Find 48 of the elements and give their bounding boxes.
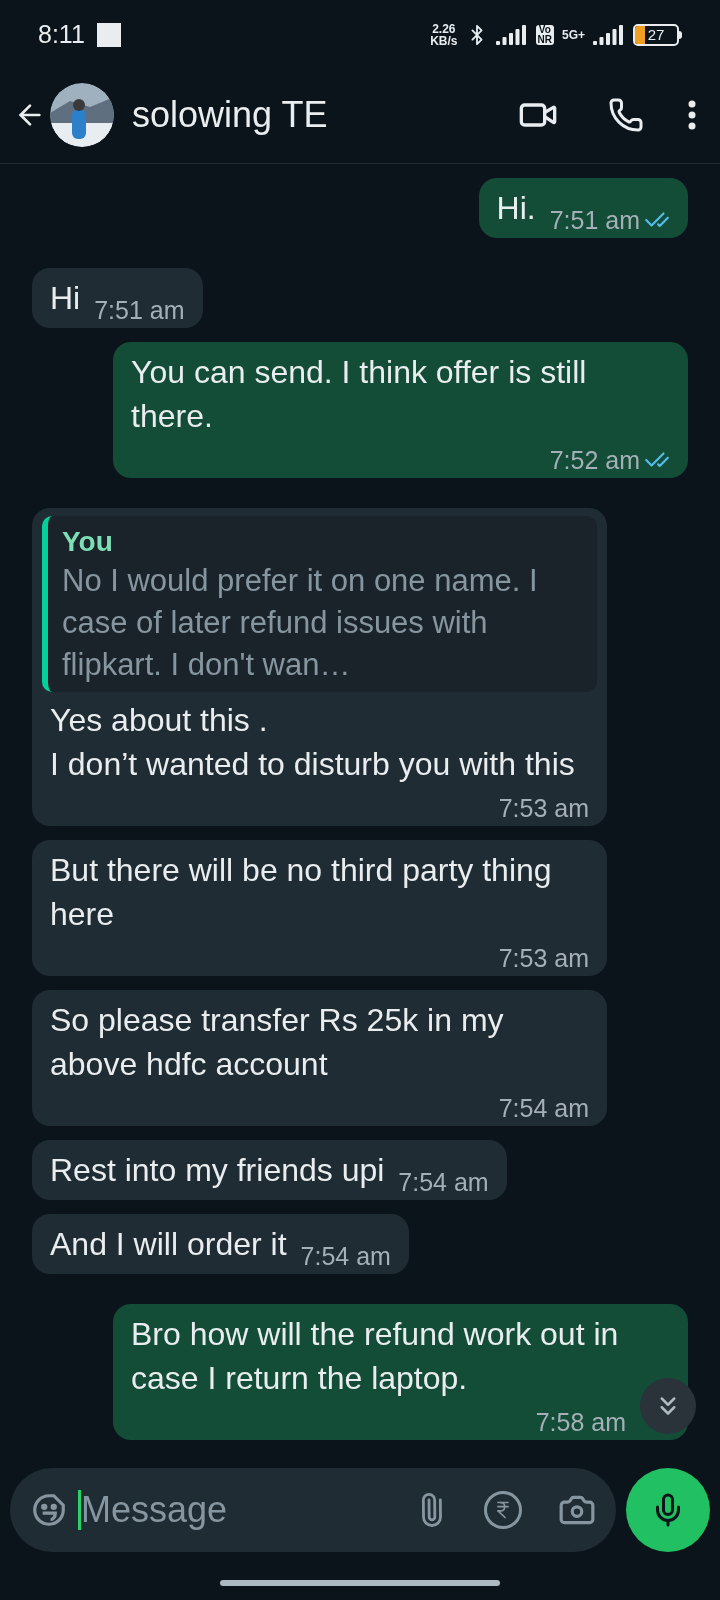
message-text: And I will order it bbox=[50, 1225, 287, 1264]
menu-icon bbox=[688, 99, 696, 130]
message-text: So please transfer Rs 25k in my above hdfc account bbox=[50, 1001, 505, 1084]
payment-icon[interactable] bbox=[484, 1491, 522, 1529]
message-time: 7:54 am bbox=[300, 1241, 391, 1272]
message-time: 7:51 am bbox=[549, 205, 640, 236]
message-time: 7:53 am bbox=[498, 793, 589, 824]
message-text: But there will be no third party thing here bbox=[50, 851, 553, 934]
received-message-bubble[interactable]: So please transfer Rs 25k in my above hdfc account 7:54 am bbox=[32, 990, 607, 1126]
signal-icon bbox=[593, 25, 625, 45]
quote-text: No I would prefer it on one name. I case of later refund issues with flipkart. I don't wan… bbox=[62, 562, 539, 684]
message-text: Hi. bbox=[496, 189, 536, 228]
message-time: 7:52 am bbox=[549, 445, 640, 476]
menu-button[interactable] bbox=[688, 99, 696, 130]
signal-icon bbox=[495, 25, 528, 45]
message-text: Bro how will the refund work out in case I return the laptop. bbox=[131, 1315, 620, 1398]
message-placeholder: Message bbox=[81, 1488, 229, 1532]
received-message-bubble[interactable]: Hi 7:51 am bbox=[32, 268, 203, 328]
quoted-message[interactable]: You No I would prefer it on one name. I case of later refund issues with flipkart. I don't wan… bbox=[42, 516, 597, 692]
message-time: 7:58 am bbox=[535, 1407, 626, 1438]
quote-author: You bbox=[62, 525, 114, 559]
message-text: You can send. I think offer is still there. bbox=[131, 353, 588, 436]
message-time: 7:53 am bbox=[498, 943, 589, 974]
notification-icon bbox=[96, 23, 121, 47]
received-message-bubble[interactable]: Rest into my friends upi 7:54 am bbox=[32, 1140, 507, 1200]
sent-message-bubble[interactable]: Bro how will the refund work out in case I return the laptop. 7:58 am bbox=[113, 1304, 688, 1440]
voice-call-button[interactable] bbox=[608, 96, 644, 133]
network-speed-unit: KB/s bbox=[430, 35, 458, 47]
received-message-bubble[interactable]: You No I would prefer it on one name. I case of later refund issues with flipkart. I don't wan… Yes about this . I don’t wanted to disturb you with this 7:53 am bbox=[32, 508, 607, 826]
message-time: 7:51 am bbox=[94, 295, 185, 326]
sent-message-bubble[interactable]: Hi. 7:51 am bbox=[478, 178, 688, 238]
received-message-bubble[interactable]: And I will order it 7:54 am bbox=[32, 1214, 409, 1274]
sent-message-bubble[interactable]: You can send. I think offer is still there. 7:52 am bbox=[113, 342, 688, 478]
message-input-field[interactable]: Message bbox=[10, 1468, 616, 1552]
phone-icon bbox=[608, 96, 644, 133]
network-speed: 2.26 bbox=[432, 23, 456, 35]
message-text: Rest into my friends upi bbox=[50, 1151, 385, 1190]
status-time: 8:11 bbox=[38, 19, 85, 51]
volte-badge: Vo NR bbox=[535, 25, 554, 45]
sticker-icon[interactable] bbox=[30, 1491, 68, 1529]
network-type: 5G+ bbox=[562, 29, 585, 41]
battery-icon: 27 bbox=[633, 24, 679, 46]
message-time: 7:54 am bbox=[398, 1167, 489, 1198]
received-message-bubble[interactable]: But there will be no third party thing here 7:53 am bbox=[32, 840, 607, 976]
contact-name[interactable]: solowing TE bbox=[132, 87, 518, 142]
message-time: 7:54 am bbox=[498, 1093, 589, 1124]
message-text: Yes about this . I don’t wanted to disturb you with this bbox=[50, 701, 576, 784]
message-text: Hi bbox=[50, 279, 81, 318]
